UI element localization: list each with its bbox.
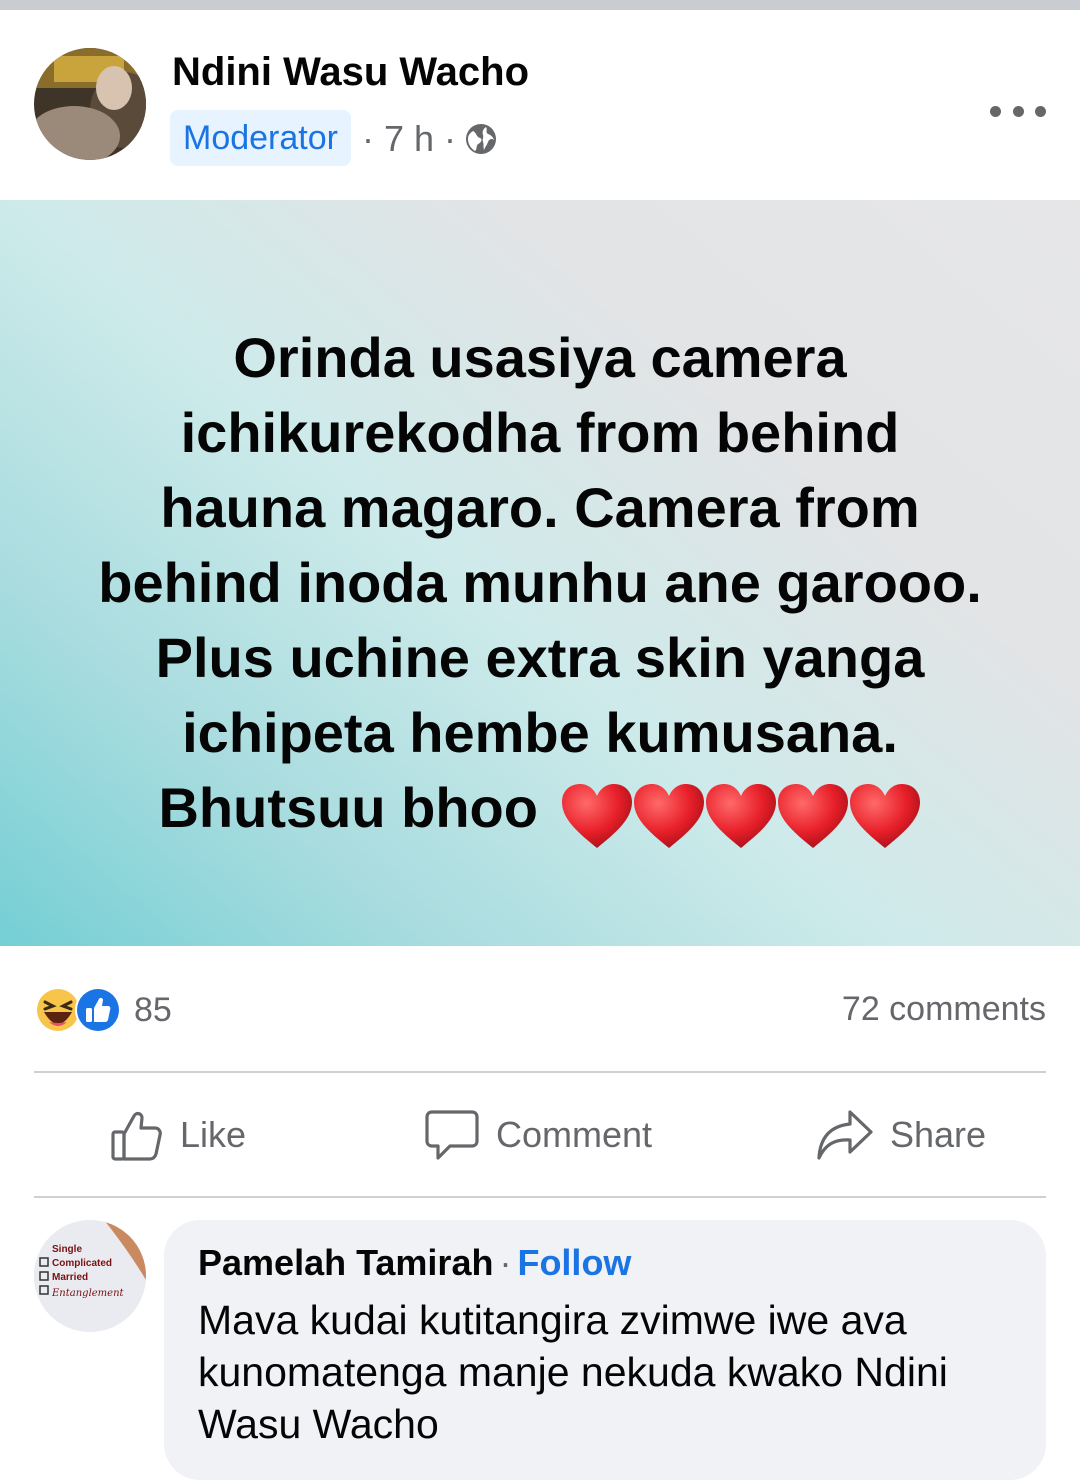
avatar-text: Single: [52, 1244, 82, 1255]
post-text-line: ichipeta hembe kumusana.: [182, 701, 898, 764]
comment-header: Pamelah Tamirah · Follow: [198, 1242, 631, 1284]
like-label: Like: [180, 1114, 247, 1155]
meta-dot: ·: [434, 118, 457, 159]
post-time[interactable]: 7 h: [384, 118, 434, 160]
author-name[interactable]: Ndini Wasu Wacho: [172, 50, 529, 95]
heart-icon: [704, 782, 778, 850]
reactions-summary[interactable]: 85: [34, 986, 172, 1034]
follow-button[interactable]: Follow: [517, 1242, 631, 1283]
post-text-line: ichikurekodha from behind: [180, 401, 900, 464]
comment-item: Single Complicated Married Entanglement …: [0, 1198, 1080, 1480]
share-arrow-icon: [816, 1108, 874, 1162]
post-meta: · 7 h ·: [362, 118, 498, 160]
comment-text: Mava kudai kutitangira zvimwe iwe ava ku…: [198, 1297, 948, 1447]
like-outline-icon: [110, 1108, 164, 1162]
post-text-line: Orinda usasiya camera: [233, 326, 847, 389]
comment-bubble: Pamelah Tamirah · Follow Mava kudai kutita…: [164, 1220, 1046, 1480]
like-icon: [74, 986, 122, 1034]
avatar-text: Complicated: [52, 1258, 112, 1269]
post-header: Ndini Wasu Wacho Moderator · 7 h ·: [0, 10, 1080, 200]
reaction-count: 85: [134, 990, 172, 1029]
top-edge-bar: [0, 0, 1080, 10]
globe-icon: [464, 122, 498, 156]
more-options-icon[interactable]: [990, 96, 1046, 126]
divider: [34, 1071, 1046, 1073]
separator-dot: ·: [499, 1242, 512, 1283]
comment-bubble-icon: [424, 1108, 480, 1162]
commenter-avatar[interactable]: Single Complicated Married Entanglement: [34, 1220, 146, 1332]
share-label: Share: [890, 1114, 987, 1155]
meta-dot: ·: [362, 118, 384, 159]
heart-emoji-group: [560, 774, 922, 850]
comment-button[interactable]: Comment: [424, 1074, 652, 1196]
heart-icon: [848, 782, 922, 850]
comments-count-link[interactable]: 72 comments: [842, 990, 1046, 1029]
avatar-text: Entanglement: [51, 1288, 125, 1299]
commenter-name[interactable]: Pamelah Tamirah: [198, 1242, 493, 1283]
like-button[interactable]: Like: [110, 1074, 246, 1196]
post-text-line: Bhutsuu bhoo: [158, 776, 538, 839]
post-body: Orinda usasiya camera ichikurekodha from…: [0, 200, 1080, 946]
post-text-line: Plus uchine extra skin yanga: [155, 626, 925, 689]
heart-icon: [632, 782, 706, 850]
post-text-line: behind inoda munhu ane garooo.: [98, 551, 982, 614]
comment-label: Comment: [496, 1114, 653, 1155]
avatar-text: Married: [52, 1272, 88, 1283]
post-text-line: hauna magaro. Camera from: [160, 476, 920, 539]
action-bar: Like Comment Share: [34, 1074, 1046, 1196]
moderator-badge: Moderator: [170, 110, 351, 166]
heart-icon: [776, 782, 850, 850]
heart-icon: [560, 782, 634, 850]
share-button[interactable]: Share: [816, 1074, 986, 1196]
post-text-last-line: Bhutsuu bhoo: [40, 770, 1040, 850]
author-avatar[interactable]: [34, 48, 146, 160]
post-text: Orinda usasiya camera ichikurekodha from…: [40, 320, 1040, 850]
